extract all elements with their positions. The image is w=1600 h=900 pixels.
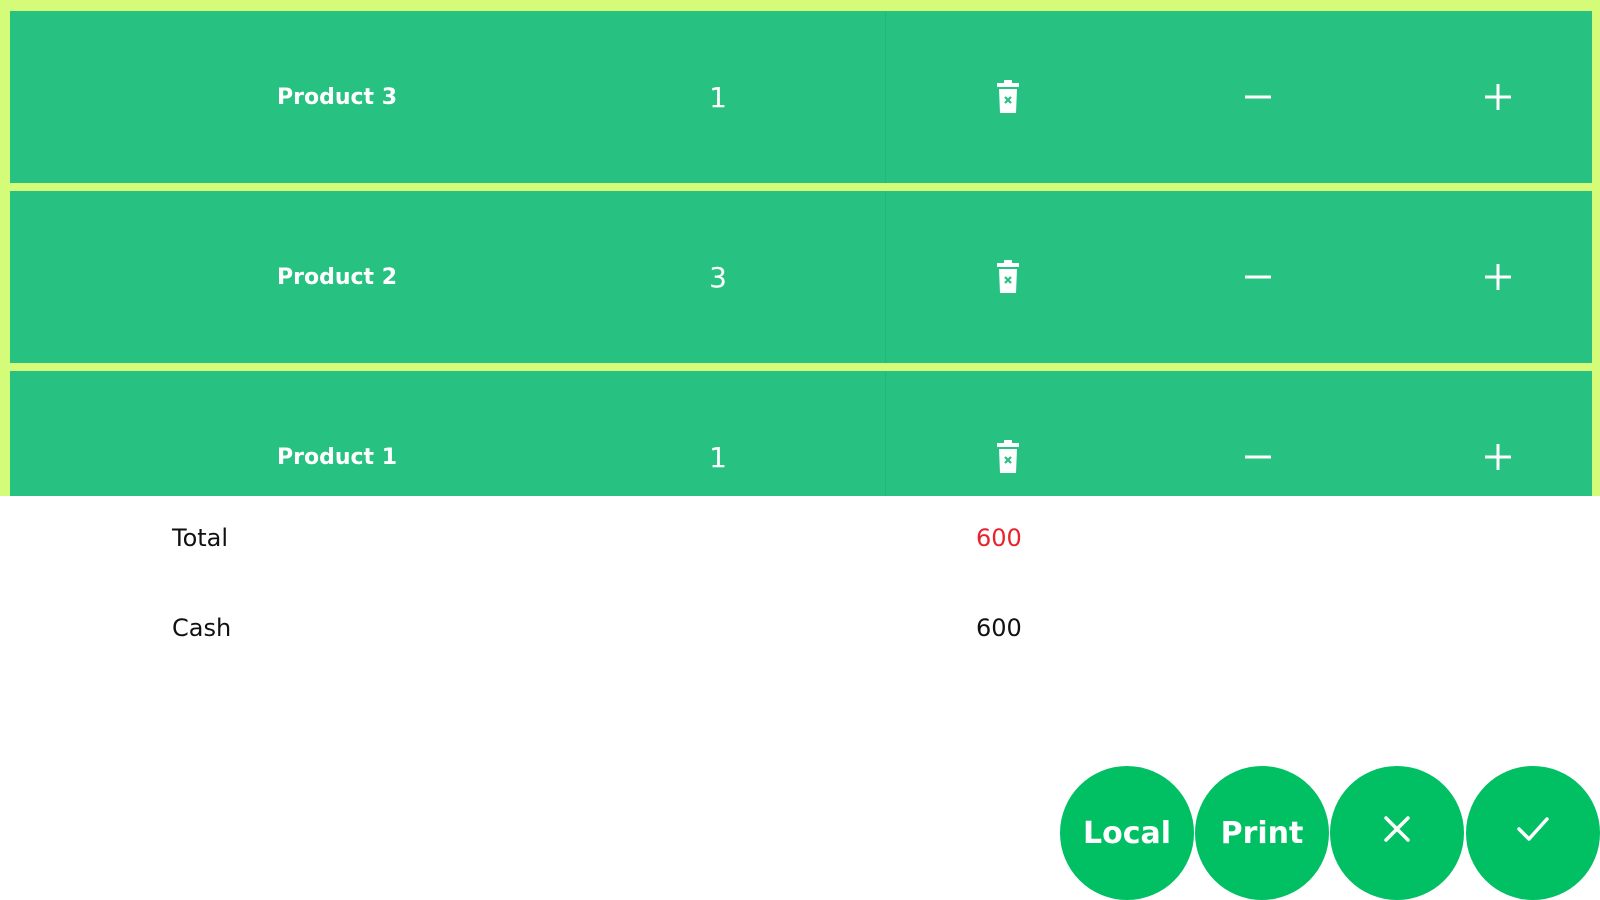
minus-icon [1244,443,1272,471]
cancel-button[interactable] [1330,766,1464,900]
total-label: Total [172,524,229,552]
decrease-quantity-button[interactable] [1208,371,1308,496]
minus-icon [1244,263,1272,291]
row-divider [885,371,886,496]
trash-icon [995,80,1021,114]
confirm-button[interactable] [1466,766,1600,900]
order-item-list[interactable]: Product 3 1 Product 2 3 Product 1 1 [0,0,1600,496]
cash-label: Cash [172,614,232,642]
plus-icon [1484,443,1512,471]
plus-icon [1484,263,1512,291]
order-item-row: Product 3 1 [10,11,1592,183]
delete-item-button[interactable] [958,191,1058,363]
increase-quantity-button[interactable] [1448,191,1548,363]
delete-item-button[interactable] [958,371,1058,496]
decrease-quantity-button[interactable] [1208,191,1308,363]
product-quantity: 1 [709,80,727,114]
product-name: Product 3 [276,84,398,110]
print-button[interactable]: Print [1195,766,1329,900]
total-value: 600 [976,524,1022,552]
increase-quantity-button[interactable] [1448,371,1548,496]
product-name: Product 2 [276,264,398,290]
decrease-quantity-button[interactable] [1208,11,1308,183]
product-quantity: 1 [709,440,727,474]
plus-icon [1484,83,1512,111]
minus-icon [1244,83,1272,111]
order-item-row: Product 2 3 [10,191,1592,363]
row-divider [885,11,886,183]
delete-item-button[interactable] [958,11,1058,183]
increase-quantity-button[interactable] [1448,11,1548,183]
product-name: Product 1 [276,444,398,470]
order-item-row: Product 1 1 [10,371,1592,496]
trash-icon [995,260,1021,294]
check-icon [1516,815,1550,851]
product-quantity: 3 [709,260,727,294]
cash-value: 600 [976,614,1022,642]
row-divider [885,191,886,363]
local-button[interactable]: Local [1060,766,1194,900]
trash-icon [995,440,1021,474]
close-icon [1382,814,1412,852]
